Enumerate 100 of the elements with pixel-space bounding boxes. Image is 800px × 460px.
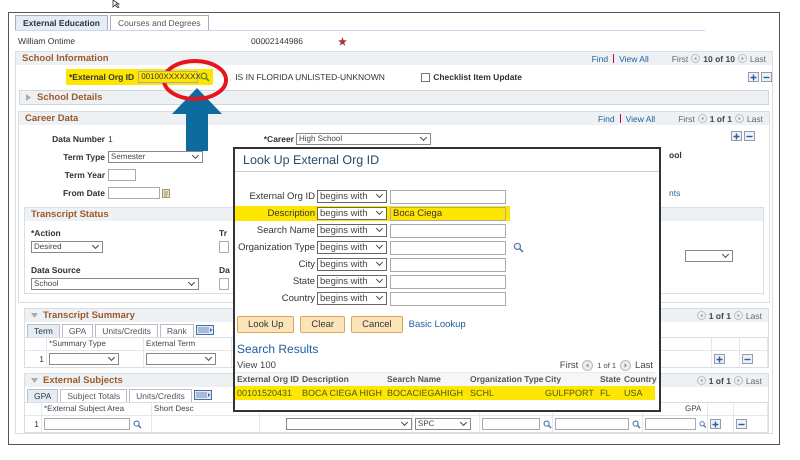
previous-icon[interactable] [696, 311, 706, 320]
expand-icon[interactable] [26, 94, 32, 101]
section-title: School Details [37, 92, 102, 103]
calendar-icon[interactable] [162, 188, 170, 198]
input-field[interactable] [555, 418, 629, 430]
operator-dropdown[interactable]: begins with [317, 275, 387, 288]
dropdown[interactable] [685, 250, 733, 262]
operator-dropdown[interactable]: begins with [317, 292, 387, 305]
table-cell-text: SCHL [470, 387, 496, 400]
data-number-value: 1 [108, 134, 114, 144]
dropdown[interactable] [286, 418, 412, 430]
org-id-label: *External Org ID [69, 72, 134, 82]
add-button[interactable] [714, 354, 725, 364]
search-icon[interactable] [200, 72, 210, 82]
grid-tab[interactable]: Rank [160, 324, 194, 336]
career-dropdown[interactable]: High School [296, 133, 431, 145]
previous-icon[interactable] [582, 360, 594, 370]
grid-tab[interactable]: Units/Credits [129, 388, 192, 402]
next-icon[interactable] [620, 360, 632, 370]
checklist-label: Checklist Item Update [433, 72, 522, 82]
operator-dropdown[interactable]: begins with [317, 241, 387, 254]
grid-icon[interactable] [196, 325, 214, 335]
collapse-icon[interactable] [31, 312, 38, 318]
criteria-field[interactable] [390, 224, 506, 238]
view-all-link[interactable]: View 100 [237, 360, 276, 370]
input-field[interactable] [482, 418, 540, 430]
page-tab[interactable]: Courses and Degrees [110, 15, 209, 30]
operator-dropdown[interactable]: begins with [317, 258, 387, 271]
criteria-field[interactable] [390, 274, 506, 288]
search-icon[interactable] [543, 420, 552, 428]
table-cell-text: FL [600, 387, 612, 400]
collapse-icon[interactable] [31, 378, 38, 384]
add-button[interactable] [748, 72, 759, 82]
grid-tab[interactable]: Units/Credits [95, 324, 158, 336]
page-tab[interactable]: External Education [15, 15, 108, 30]
previous-icon[interactable] [691, 54, 700, 63]
add-button[interactable] [731, 131, 742, 141]
column-header: City [545, 373, 600, 386]
table-cell-text: BOCACIEGAHIGH [387, 387, 464, 400]
action-dropdown[interactable]: Desired [31, 241, 103, 253]
grid-tab[interactable]: GPA [62, 324, 94, 336]
criteria-field[interactable] [390, 292, 506, 306]
criteria-field[interactable] [390, 190, 506, 204]
panel-title: Transcript Summary [43, 310, 135, 321]
previous-icon[interactable] [696, 376, 706, 385]
next-icon[interactable] [738, 54, 747, 63]
column-header: Country [624, 373, 657, 386]
grid-tab[interactable]: Term [27, 324, 60, 336]
input-field[interactable] [219, 241, 229, 253]
previous-icon[interactable] [698, 114, 707, 123]
first-label: First [678, 114, 695, 124]
checklist-checkbox[interactable] [421, 72, 430, 82]
criteria-field[interactable] [390, 240, 506, 254]
basic-lookup-link[interactable]: Basic Lookup [408, 319, 466, 330]
grid-tab[interactable]: Subject Totals [60, 388, 128, 402]
gpa-field[interactable] [645, 418, 696, 430]
input-field[interactable] [219, 278, 229, 290]
star-icon [338, 36, 347, 46]
search-icon[interactable] [133, 420, 142, 428]
next-icon[interactable] [734, 311, 743, 320]
data-source-dropdown[interactable]: School [31, 278, 199, 290]
next-icon[interactable] [734, 114, 744, 123]
link[interactable]: nts [669, 188, 680, 198]
row-count: 1 of 1 [710, 114, 732, 124]
term-year-field[interactable] [108, 169, 136, 181]
criteria-label: City [298, 259, 315, 270]
criteria-field[interactable]: Boca Ciega [390, 206, 506, 220]
view-all-link[interactable]: View All [626, 114, 656, 124]
person-id: 00002144986 [251, 36, 304, 46]
column-header: External Org ID [237, 373, 302, 386]
panel-title: Career Data [25, 113, 78, 124]
dialog-button[interactable]: Clear [300, 316, 346, 333]
operator-dropdown[interactable]: begins with [317, 190, 387, 203]
field-label: Term Type [62, 152, 105, 162]
search-icon[interactable] [513, 242, 524, 253]
dialog-button[interactable]: Cancel [351, 316, 403, 333]
from-date-field[interactable] [108, 187, 160, 199]
search-icon[interactable] [632, 420, 641, 428]
subject-area-field[interactable] [44, 418, 130, 430]
school-details-bar[interactable]: School Details [19, 90, 769, 105]
dialog-button[interactable]: Look Up [237, 316, 294, 333]
operator-dropdown[interactable]: begins with [317, 224, 387, 237]
find-link[interactable]: Find [592, 54, 608, 64]
add-button[interactable] [710, 419, 721, 429]
table-cell-text: BOCA CIEGA HIGH [302, 387, 384, 400]
view-all-link[interactable]: View All [619, 54, 649, 64]
find-link[interactable]: Find [598, 114, 615, 124]
grid-tab[interactable]: GPA [27, 388, 58, 402]
grid-icon[interactable] [194, 390, 212, 400]
column-header: Description [302, 373, 387, 386]
search-icon[interactable] [699, 420, 707, 428]
criteria-field[interactable] [390, 258, 506, 272]
term-type-dropdown[interactable]: Semester [108, 151, 203, 163]
summary-type-dropdown[interactable] [49, 353, 119, 365]
next-icon[interactable] [734, 376, 743, 385]
external-term-dropdown[interactable] [146, 353, 216, 365]
result-row[interactable]: 00101520431 BOCA CIEGA HIGH BOCACIEGAHIGH SCHL GULFPORT FL USA [235, 386, 655, 400]
operator-dropdown[interactable]: begins with [317, 207, 387, 220]
row-count: 1 of 1 [708, 376, 731, 386]
dropdown[interactable]: SPC [415, 418, 471, 430]
